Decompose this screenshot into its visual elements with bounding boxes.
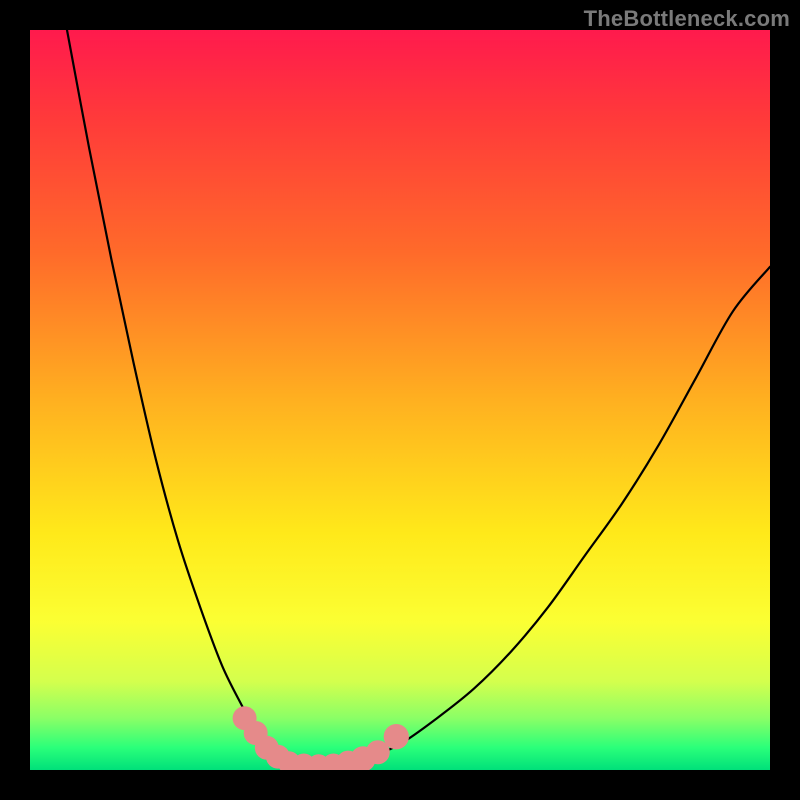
plot-area <box>30 30 770 770</box>
v-curve-path <box>67 30 770 767</box>
chart-frame: TheBottleneck.com <box>0 0 800 800</box>
data-marker <box>384 724 409 749</box>
watermark-text: TheBottleneck.com <box>584 6 790 32</box>
bottleneck-curve <box>30 30 770 770</box>
